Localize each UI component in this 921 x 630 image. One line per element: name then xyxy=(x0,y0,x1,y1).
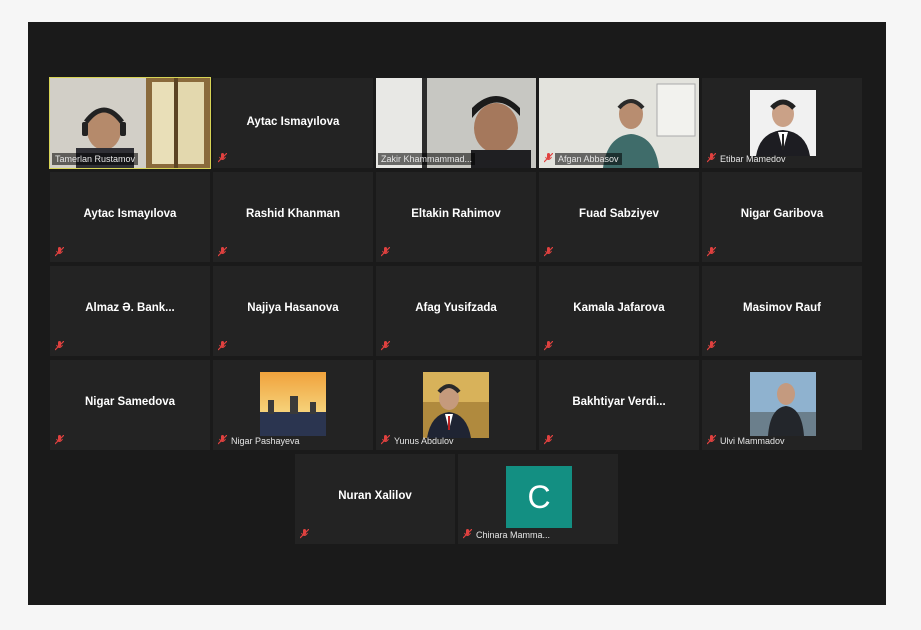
participant-tile-kamala-jafarova[interactable]: Kamala Jafarova xyxy=(539,266,699,356)
participant-tile-zakir[interactable]: Zakir Khammammad... xyxy=(376,78,536,168)
participant-name: Masimov Rauf xyxy=(743,302,821,314)
profile-photo xyxy=(423,372,489,438)
participant-name-label: Chinara Mamma... xyxy=(476,530,551,540)
participant-name: Najiya Hasanova xyxy=(247,302,339,314)
participant-name: Aytac İsmayılova xyxy=(83,208,177,220)
participant-tile-afgan-abbasov[interactable]: Afgan Abbasov xyxy=(539,78,699,168)
muted-mic-icon xyxy=(707,247,716,257)
participant-tile-nigar-pashayeva[interactable]: Nigar Pashayeva xyxy=(213,360,373,450)
participant-tile-almaz-bank[interactable]: Almaz Ə. Bank... xyxy=(50,266,210,356)
participant-name: Nigar Samedova xyxy=(84,396,176,408)
participant-name: Aytac İsmayılova xyxy=(246,116,340,128)
muted-mic-icon xyxy=(218,341,227,351)
muted-mic-icon xyxy=(544,247,553,257)
participant-tile-afag-yusifzada[interactable]: Afag Yusifzada xyxy=(376,266,536,356)
muted-mic-icon xyxy=(463,529,472,539)
participant-tile-nuran-xalilov[interactable]: Nuran Xalilov xyxy=(295,454,455,544)
participant-name: Nuran Xalilov xyxy=(338,490,412,502)
muted-mic-icon xyxy=(218,435,227,445)
participant-tile-yunus-abdulov[interactable]: Yunus Abdulov xyxy=(376,360,536,450)
participant-tile-tamerlan-rustamov[interactable]: Tamerlan Rustamov xyxy=(49,77,211,169)
participant-tile-etibar-mamedov[interactable]: Etibar Mamedov xyxy=(702,78,862,168)
participant-name: Eltakin Rahimov xyxy=(411,208,501,220)
participant-name-label: Nigar Pashayeva xyxy=(231,436,300,446)
muted-mic-icon xyxy=(544,435,553,445)
participant-name: Bakhtiyar Verdi... xyxy=(572,396,666,408)
muted-mic-icon xyxy=(707,341,716,351)
participant-name-label: Zakir Khammammad... xyxy=(378,153,476,165)
participant-tile-chinara[interactable]: C Chinara Mamma... xyxy=(458,454,618,544)
muted-mic-icon xyxy=(707,153,716,163)
participant-tile-nigar-samedova[interactable]: Nigar Samedova xyxy=(50,360,210,450)
muted-mic-icon xyxy=(218,247,227,257)
muted-mic-icon xyxy=(544,341,553,351)
muted-mic-icon xyxy=(300,529,309,539)
muted-mic-icon xyxy=(55,247,64,257)
video-call-gallery: Tamerlan Rustamov Aytac İsmayılova Zakir… xyxy=(28,22,886,605)
participant-tile-masimov-rauf[interactable]: Masimov Rauf xyxy=(702,266,862,356)
participant-tile-aytac-ismayilova[interactable]: Aytac İsmayılova xyxy=(213,78,373,168)
participant-tile-rashid-khanman[interactable]: Rashid Khanman xyxy=(213,172,373,262)
profile-photo xyxy=(750,90,816,156)
participant-name: Almaz Ə. Bank... xyxy=(85,302,175,314)
participant-name: Afag Yusifzada xyxy=(415,302,497,314)
participant-tile-aytac-ismayilova-2[interactable]: Aytac İsmayılova xyxy=(50,172,210,262)
profile-photo xyxy=(750,372,816,436)
participant-name-label: Afgan Abbasov xyxy=(555,153,622,165)
muted-mic-icon xyxy=(381,247,390,257)
muted-mic-icon xyxy=(218,153,227,163)
muted-mic-icon xyxy=(707,435,716,445)
participant-name: Nigar Garibova xyxy=(740,208,824,220)
participant-name-label: Tamerlan Rustamov xyxy=(52,153,139,165)
muted-mic-icon xyxy=(544,153,553,163)
participant-name: Fuad Sabziyev xyxy=(579,208,659,220)
participant-tile-nigar-garibova[interactable]: Nigar Garibova xyxy=(702,172,862,262)
muted-mic-icon xyxy=(55,435,64,445)
muted-mic-icon xyxy=(381,341,390,351)
participant-name-label: Etibar Mamedov xyxy=(720,154,786,164)
participant-name: Rashid Khanman xyxy=(246,208,340,220)
participant-name-label: Ulvi Mammadov xyxy=(720,436,785,446)
participant-tile-najiya-hasanova[interactable]: Najiya Hasanova xyxy=(213,266,373,356)
participant-tile-eltakin-rahimov[interactable]: Eltakin Rahimov xyxy=(376,172,536,262)
muted-mic-icon xyxy=(55,341,64,351)
avatar: C xyxy=(506,466,572,528)
muted-mic-icon xyxy=(381,435,390,445)
participant-tile-fuad-sabziyev[interactable]: Fuad Sabziyev xyxy=(539,172,699,262)
profile-photo xyxy=(260,372,326,436)
participant-name-label: Yunus Abdulov xyxy=(394,436,454,446)
participant-tile-ulvi-mammadov[interactable]: Ulvi Mammadov xyxy=(702,360,862,450)
participant-name: Kamala Jafarova xyxy=(573,302,665,314)
participant-tile-bakhtiyar-verdi[interactable]: Bakhtiyar Verdi... xyxy=(539,360,699,450)
